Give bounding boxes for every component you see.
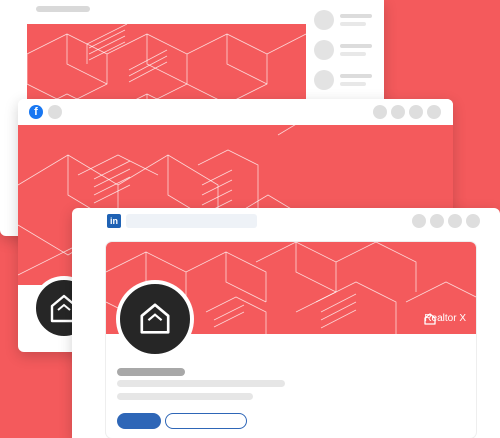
- profile-name-placeholder: [117, 368, 185, 376]
- message-button[interactable]: [165, 413, 247, 429]
- titlebar-dot: [48, 105, 62, 119]
- back-sidebar-row: [314, 70, 374, 90]
- window-control-dot[interactable]: [427, 105, 441, 119]
- linkedin-address-bar[interactable]: [126, 214, 257, 228]
- back-sidebar-row: [314, 10, 374, 30]
- window-control-dot[interactable]: [466, 214, 480, 228]
- linkedin-browser-window: in Realtor X: [72, 208, 500, 438]
- window-control-dot[interactable]: [409, 105, 423, 119]
- facebook-titlebar: [18, 99, 453, 125]
- profile-headline-placeholder: [117, 380, 285, 387]
- window-control-dot[interactable]: [448, 214, 462, 228]
- profile-location-placeholder: [117, 393, 253, 400]
- facebook-icon[interactable]: f: [29, 105, 43, 119]
- window-control-dot[interactable]: [373, 105, 387, 119]
- connect-button[interactable]: [117, 413, 161, 429]
- house-outline-icon: [140, 303, 170, 334]
- brand-logo: Realtor X: [424, 313, 466, 325]
- avatar-placeholder: [314, 70, 334, 90]
- back-title-placeholder: [36, 6, 90, 12]
- avatar-placeholder: [314, 40, 334, 60]
- linkedin-profile-card: Realtor X: [106, 242, 476, 438]
- window-control-dot[interactable]: [412, 214, 426, 228]
- avatar-placeholder: [314, 10, 334, 30]
- back-sidebar-row: [314, 40, 374, 60]
- linkedin-icon[interactable]: in: [107, 214, 121, 228]
- linkedin-profile-avatar[interactable]: [116, 280, 194, 358]
- window-control-dot[interactable]: [391, 105, 405, 119]
- tag-icon: [424, 313, 436, 325]
- window-control-dot[interactable]: [430, 214, 444, 228]
